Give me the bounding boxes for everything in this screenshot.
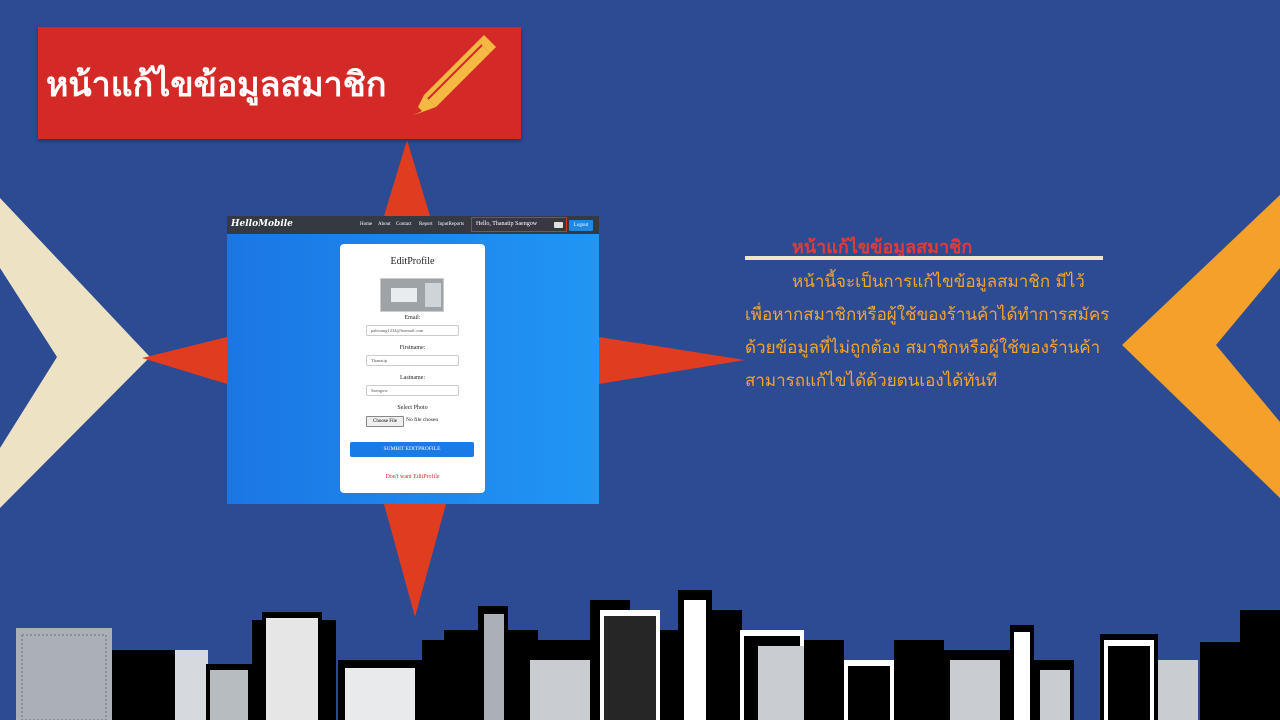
nav-contact[interactable]: Contact — [396, 222, 412, 227]
photo-window — [391, 288, 417, 302]
logout-button[interactable]: Logout — [569, 220, 593, 231]
photo-label: Select Photo — [397, 405, 428, 411]
description-line-3: ด้วยข้อมูลที่ไม่ถูกต้อง สมาชิกหรือผู้ใช้… — [745, 338, 1101, 358]
pencil-icon — [414, 35, 496, 115]
choose-file-button[interactable]: Choose File — [366, 416, 404, 427]
submit-button[interactable]: SUMBIT EDITPROFILE — [350, 442, 474, 457]
description-line-4: สามารถแก้ไขได้ด้วยตนเองได้ทันที — [745, 371, 998, 391]
email-field[interactable]: paleoung1234@hotmail.com — [366, 325, 459, 336]
profile-photo — [380, 278, 444, 312]
lastname-field[interactable]: Saengow — [366, 385, 459, 396]
cancel-link[interactable]: Don't want EditProfile — [340, 474, 485, 480]
left-chevron-decoration — [0, 198, 150, 508]
edit-profile-screenshot: HelloMobile Home About Contact Report In… — [227, 216, 599, 504]
file-status: No file chosen — [406, 417, 439, 423]
heading-divider — [745, 256, 1103, 260]
city-skyline-decoration — [16, 590, 1280, 720]
page-title: หน้าแก้ไขข้อมูลสมาชิก — [46, 65, 387, 105]
user-badge-icon — [554, 222, 563, 228]
description-line-1: หน้านี้จะเป็นการแก้ไขข้อมูลสมาชิก มีไว้ — [792, 272, 1085, 292]
navbar: HelloMobile Home About Contact Report In… — [227, 216, 599, 234]
brand-logo[interactable]: HelloMobile — [231, 219, 293, 229]
edit-profile-card: EditProfile Email: paleoung1234@hotmail.… — [340, 244, 485, 493]
nav-report[interactable]: Report — [419, 222, 433, 227]
greeting-text: Hello, Thanatip Saengow — [476, 221, 538, 227]
email-label: Email: — [404, 315, 421, 321]
nav-home[interactable]: Home — [360, 222, 372, 227]
form-title: EditProfile — [390, 256, 435, 267]
firstname-label: Firstname: — [399, 345, 426, 351]
title-banner: หน้าแก้ไขข้อมูลสมาชิก — [38, 27, 521, 139]
nav-input-reports[interactable]: InputReports — [438, 222, 464, 227]
user-greeting: Hello, Thanatip Saengow — [471, 217, 567, 232]
lastname-label: Lastname: — [400, 375, 425, 381]
photo-panel — [425, 283, 441, 307]
right-chevron-decoration — [1122, 195, 1280, 498]
firstname-field[interactable]: Thanatip — [366, 355, 459, 366]
description-line-2: เพื่อหากสมาชิกหรือผู้ใช้ของร้านค้าได้ทำก… — [745, 305, 1110, 325]
nav-about[interactable]: About — [378, 222, 391, 227]
